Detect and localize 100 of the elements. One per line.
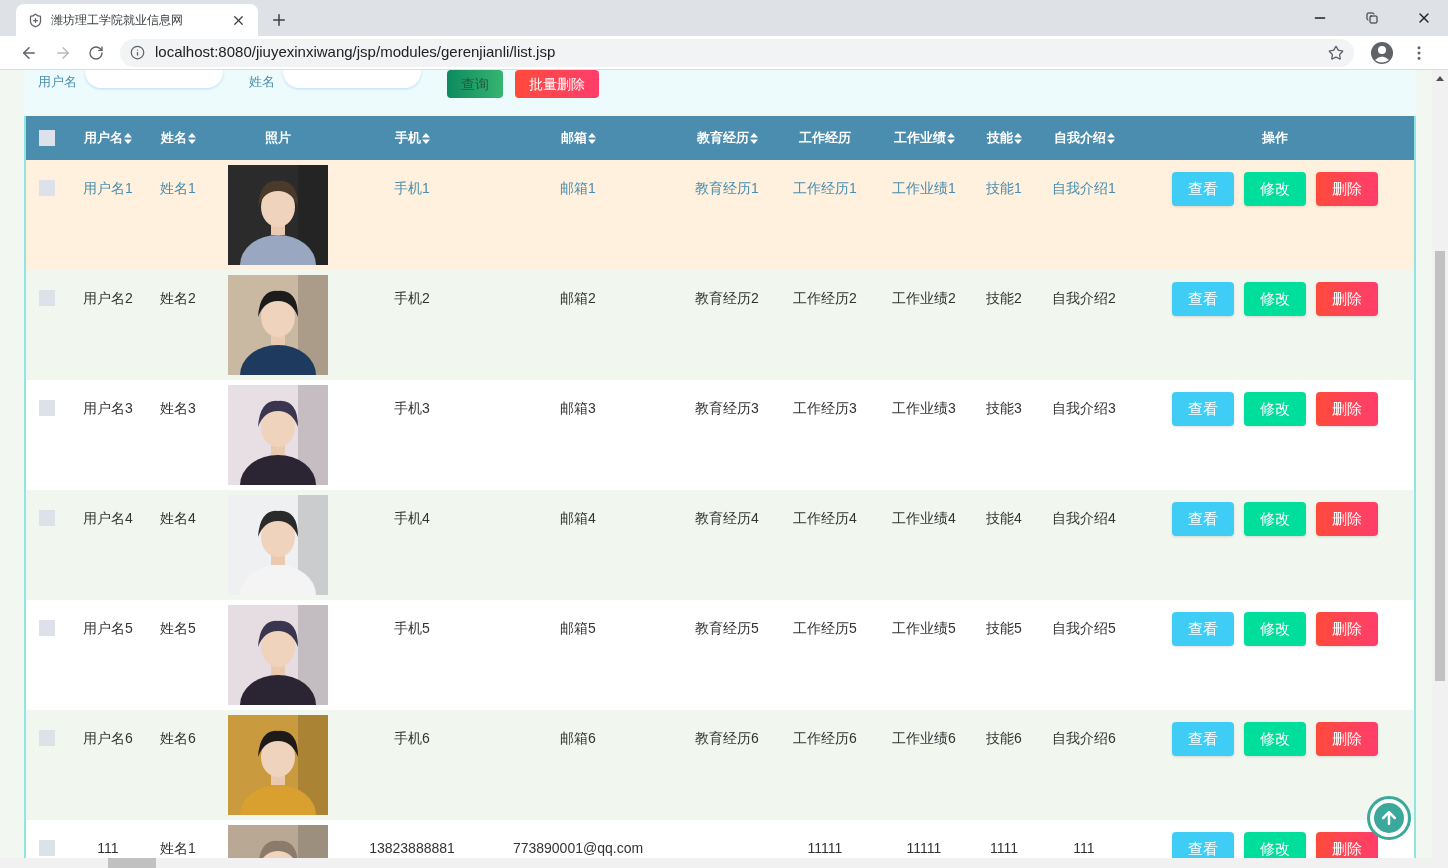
arrow-up-icon (1379, 808, 1399, 828)
table-cell-text: 手机1 (394, 179, 430, 198)
address-bar[interactable]: localhost:8080/jiuyexinxiwang/jsp/modules/gerenjianli/list.jsp (120, 38, 1354, 67)
table-cell-text: 技能3 (986, 399, 1022, 418)
column-header[interactable]: 用户名 (84, 128, 132, 148)
sort-icon[interactable] (946, 132, 955, 144)
table-cell-text: 手机6 (394, 729, 430, 748)
table-cell-text: 11111 (807, 839, 843, 858)
column-header[interactable]: 手机 (394, 128, 430, 148)
table-cell-text: 工作业绩4 (892, 509, 956, 528)
new-tab-icon[interactable] (270, 11, 288, 29)
browser-tab[interactable]: 潍坊理工学院就业信息网 (16, 4, 258, 36)
view-button[interactable]: 查看 (1172, 282, 1234, 316)
delete-button[interactable]: 删除 (1316, 392, 1378, 426)
delete-button[interactable]: 删除 (1316, 172, 1378, 206)
bookmark-star-icon[interactable] (1328, 44, 1344, 61)
checkbox[interactable] (39, 130, 55, 146)
table-cell-text: 用户名4 (83, 509, 133, 528)
scrollbar-thumb[interactable] (108, 858, 156, 868)
edit-button[interactable]: 修改 (1244, 832, 1306, 858)
tab-title: 潍坊理工学院就业信息网 (51, 12, 184, 29)
sort-icon[interactable] (749, 132, 758, 144)
delete-button[interactable]: 删除 (1316, 282, 1378, 316)
view-button[interactable]: 查看 (1172, 502, 1234, 536)
restore-icon[interactable] (1366, 12, 1378, 24)
view-button[interactable]: 查看 (1172, 722, 1234, 756)
edit-button[interactable]: 修改 (1244, 612, 1306, 646)
table-cell-text: 工作业绩2 (892, 289, 956, 308)
sort-icon[interactable] (587, 132, 596, 144)
table-cell-text: 工作经历2 (793, 289, 857, 308)
table-cell-text: 邮箱1 (560, 179, 596, 198)
edit-button[interactable]: 修改 (1244, 392, 1306, 426)
search-field[interactable] (85, 70, 223, 88)
table-row[interactable]: 用户名2 姓名2 手机2 邮箱2 教育经历2 工作经历2 工作业绩2 技能2 自我介绍2 查看 修改 删除 (26, 270, 1414, 380)
edit-button[interactable]: 修改 (1244, 172, 1306, 206)
view-button[interactable]: 查看 (1172, 392, 1234, 426)
sort-icon[interactable] (421, 132, 430, 144)
view-button[interactable]: 查看 (1172, 832, 1234, 858)
table-cell-text: 姓名6 (160, 729, 196, 748)
table-cell-text: 工作经历3 (793, 399, 857, 418)
checkbox[interactable] (39, 840, 55, 856)
table-row[interactable]: 用户名4 姓名4 手机4 邮箱4 教育经历4 工作经历4 工作业绩4 技能4 自我介绍4 查看 修改 删除 (26, 490, 1414, 600)
column-header[interactable]: 自我介绍 (1053, 128, 1115, 148)
table-cell-text: 姓名4 (160, 509, 196, 528)
column-header[interactable]: 邮箱 (560, 128, 596, 148)
table-cell-text: 自我介绍3 (1052, 399, 1116, 418)
info-icon[interactable] (130, 45, 145, 60)
table-cell-text: 手机4 (394, 509, 430, 528)
table-cell-text: 技能2 (986, 289, 1022, 308)
search-button[interactable]: 查询 (447, 70, 503, 98)
sort-icon[interactable] (1106, 132, 1115, 144)
column-header[interactable]: 姓名 (160, 128, 196, 148)
batch-delete-button[interactable]: 批量删除 (515, 70, 599, 98)
table-cell-text: 邮箱3 (560, 399, 596, 418)
table-row[interactable]: 用户名6 姓名6 手机6 邮箱6 教育经历6 工作经历6 工作业绩6 技能6 自我介绍6 查看 修改 删除 (26, 710, 1414, 820)
table-cell-text: 姓名3 (160, 399, 196, 418)
checkbox[interactable] (39, 620, 55, 636)
table-cell-text: 773890001@qq.com (512, 839, 644, 858)
view-button[interactable]: 查看 (1172, 612, 1234, 646)
scroll-up-icon[interactable] (1436, 76, 1444, 81)
search-field[interactable] (283, 70, 421, 88)
table-cell-text: 用户名6 (83, 729, 133, 748)
sort-icon[interactable] (1013, 132, 1022, 144)
vertical-scrollbar[interactable] (1432, 70, 1448, 858)
column-header[interactable]: 教育经历 (696, 128, 758, 148)
table-cell-text: 自我介绍5 (1052, 619, 1116, 638)
sort-icon[interactable] (187, 132, 196, 144)
table-cell-text: 技能4 (986, 509, 1022, 528)
table-cell-text: 邮箱4 (560, 509, 596, 528)
edit-button[interactable]: 修改 (1244, 282, 1306, 316)
delete-button[interactable]: 删除 (1316, 722, 1378, 756)
checkbox[interactable] (39, 180, 55, 196)
field-label: 用户名 (38, 73, 77, 91)
table-cell-text: 13823888881 (369, 839, 455, 858)
profile-icon[interactable] (1370, 40, 1394, 65)
table-cell-text: 工作经历5 (793, 619, 857, 638)
checkbox[interactable] (39, 400, 55, 416)
table-cell-text: 教育经历1 (695, 179, 759, 198)
table-cell-text: 工作业绩6 (892, 729, 956, 748)
table-row[interactable]: 用户名1 姓名1 手机1 邮箱1 教育经历1 工作经历1 工作业绩1 技能1 自我介绍1 查看 修改 删除 (26, 160, 1414, 270)
delete-button[interactable]: 删除 (1316, 612, 1378, 646)
table-cell-text: 邮箱5 (560, 619, 596, 638)
table-cell-text: 111 (1073, 839, 1095, 858)
reload-icon[interactable] (88, 44, 104, 61)
table-cell-text: 姓名1 (160, 839, 196, 858)
delete-button[interactable]: 删除 (1316, 502, 1378, 536)
scrollbar-thumb[interactable] (1435, 251, 1445, 681)
column-header[interactable]: 技能 (986, 128, 1022, 148)
sort-icon[interactable] (124, 132, 132, 144)
table-cell-text: 技能6 (986, 729, 1022, 748)
table-cell-text: 技能1 (986, 179, 1022, 198)
horizontal-scrollbar[interactable] (0, 858, 1448, 868)
table-cell-text: 手机2 (394, 289, 430, 308)
view-button[interactable]: 查看 (1172, 172, 1234, 206)
table-cell-text: 工作经历1 (793, 179, 857, 198)
delete-button[interactable]: 删除 (1316, 832, 1378, 858)
edit-button[interactable]: 修改 (1244, 502, 1306, 536)
edit-button[interactable]: 修改 (1244, 722, 1306, 756)
column-header[interactable]: 工作业绩 (893, 128, 955, 148)
site-icon (28, 12, 43, 28)
